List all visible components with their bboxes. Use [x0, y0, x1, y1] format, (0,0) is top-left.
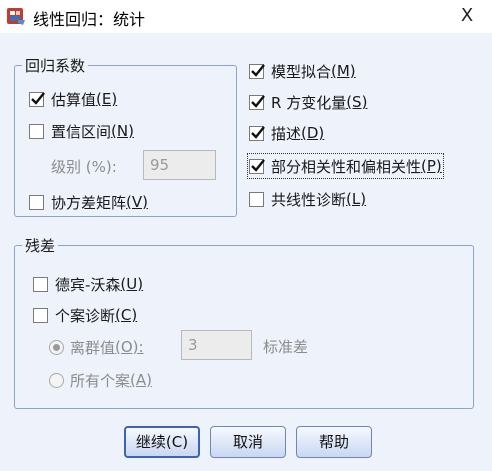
- checkmark-icon: [31, 91, 45, 105]
- help-label: 帮助: [318, 433, 349, 451]
- checkbox-box: [249, 94, 265, 110]
- durbin-watson-label: 德宾-沃森: [55, 275, 121, 294]
- outliers-threshold-input[interactable]: 3: [181, 330, 252, 360]
- casewise-diagnostics-checkbox[interactable]: 个案诊断 (C): [33, 304, 137, 326]
- model-fit-checkbox[interactable]: 模型拟合 (M): [249, 60, 356, 82]
- part-partial-label: 部分相关性和偏相关性: [271, 157, 422, 176]
- part-partial-correlations-checkbox[interactable]: 部分相关性和偏相关性 (P): [247, 153, 444, 179]
- confidence-interval-mnemonic: (N): [111, 122, 134, 140]
- casewise-diagnostics-mnemonic: (C): [115, 306, 138, 324]
- r-squared-change-checkbox[interactable]: R 方变化量 (S): [249, 91, 367, 113]
- covariance-matrix-checkbox[interactable]: 协方差矩阵 (V): [29, 191, 148, 213]
- checkbox-box: [249, 191, 264, 207]
- all-cases-label: 所有个案: [70, 371, 131, 390]
- spss-app-icon: [7, 8, 25, 25]
- cancel-button[interactable]: 取消: [210, 426, 286, 458]
- radio-circle: [49, 339, 64, 355]
- checkbox-box: [249, 63, 265, 79]
- window-title: 线性回归：统计: [33, 10, 146, 29]
- residuals-legend: 残差: [22, 235, 59, 256]
- close-icon: X: [460, 5, 474, 26]
- checkmark-icon: [251, 94, 265, 108]
- all-cases-mnemonic: (A): [130, 371, 152, 389]
- descriptives-label: 描述: [271, 124, 302, 143]
- casewise-diagnostics-label: 个案诊断: [55, 306, 116, 325]
- collinearity-label: 共线性诊断: [271, 190, 347, 209]
- r-squared-change-mnemonic: (S): [346, 93, 368, 111]
- help-button[interactable]: 帮助: [296, 426, 372, 458]
- close-button[interactable]: X: [452, 3, 482, 29]
- checkbox-box: [249, 158, 265, 174]
- collinearity-mnemonic: (L): [346, 190, 367, 208]
- durbin-watson-checkbox[interactable]: 德宾-沃森 (U): [33, 273, 143, 295]
- model-fit-mnemonic: (M): [331, 62, 356, 80]
- confidence-interval-label: 置信区间: [51, 122, 112, 141]
- checkmark-icon: [251, 125, 265, 139]
- checkmark-icon: [251, 158, 265, 172]
- outliers-radio[interactable]: 离群值 (O):: [49, 336, 144, 358]
- coefficients-legend: 回归系数: [22, 55, 89, 76]
- durbin-watson-mnemonic: (U): [120, 275, 144, 293]
- cancel-label: 取消: [232, 433, 263, 451]
- checkbox-box: [33, 276, 48, 292]
- covariance-matrix-label: 协方差矩阵: [51, 193, 127, 212]
- continue-label: 继续(C): [135, 433, 189, 451]
- radio-circle: [49, 372, 64, 388]
- outliers-mnemonic: (O):: [115, 338, 144, 356]
- level-label: 级别 (%):: [51, 158, 117, 176]
- confidence-level-input[interactable]: 95: [143, 150, 216, 180]
- checkmark-icon: [251, 63, 265, 77]
- title-bar: 线性回归：统计 X: [0, 0, 492, 33]
- radio-dot: [53, 343, 60, 351]
- confidence-interval-checkbox[interactable]: 置信区间 (N): [29, 120, 134, 142]
- model-fit-label: 模型拟合: [271, 62, 332, 81]
- estimates-label: 估算值: [51, 90, 97, 109]
- descriptives-mnemonic: (D): [301, 124, 325, 142]
- r-squared-change-label: R 方变化量: [271, 93, 347, 112]
- collinearity-checkbox[interactable]: 共线性诊断 (L): [249, 188, 366, 210]
- checkbox-box: [29, 123, 44, 139]
- checkbox-box: [29, 194, 44, 210]
- all-cases-radio[interactable]: 所有个案 (A): [49, 369, 152, 391]
- part-partial-mnemonic: (P): [421, 157, 442, 175]
- dialog-body: 回归系数 估算值 (E) 置信区间 (N) 级别 (%): 95 协方差矩阵 (…: [0, 33, 492, 471]
- covariance-matrix-mnemonic: (V): [126, 193, 148, 211]
- std-deviation-unit: 标准差: [263, 338, 309, 356]
- checkbox-box: [249, 125, 265, 141]
- estimates-checkbox[interactable]: 估算值 (E): [29, 88, 117, 110]
- checkbox-box: [33, 307, 48, 323]
- estimates-mnemonic: (E): [96, 90, 118, 108]
- continue-button[interactable]: 继续(C): [124, 426, 200, 458]
- outliers-label: 离群值: [70, 338, 116, 357]
- checkbox-box: [29, 91, 45, 107]
- descriptives-checkbox[interactable]: 描述 (D): [249, 122, 324, 144]
